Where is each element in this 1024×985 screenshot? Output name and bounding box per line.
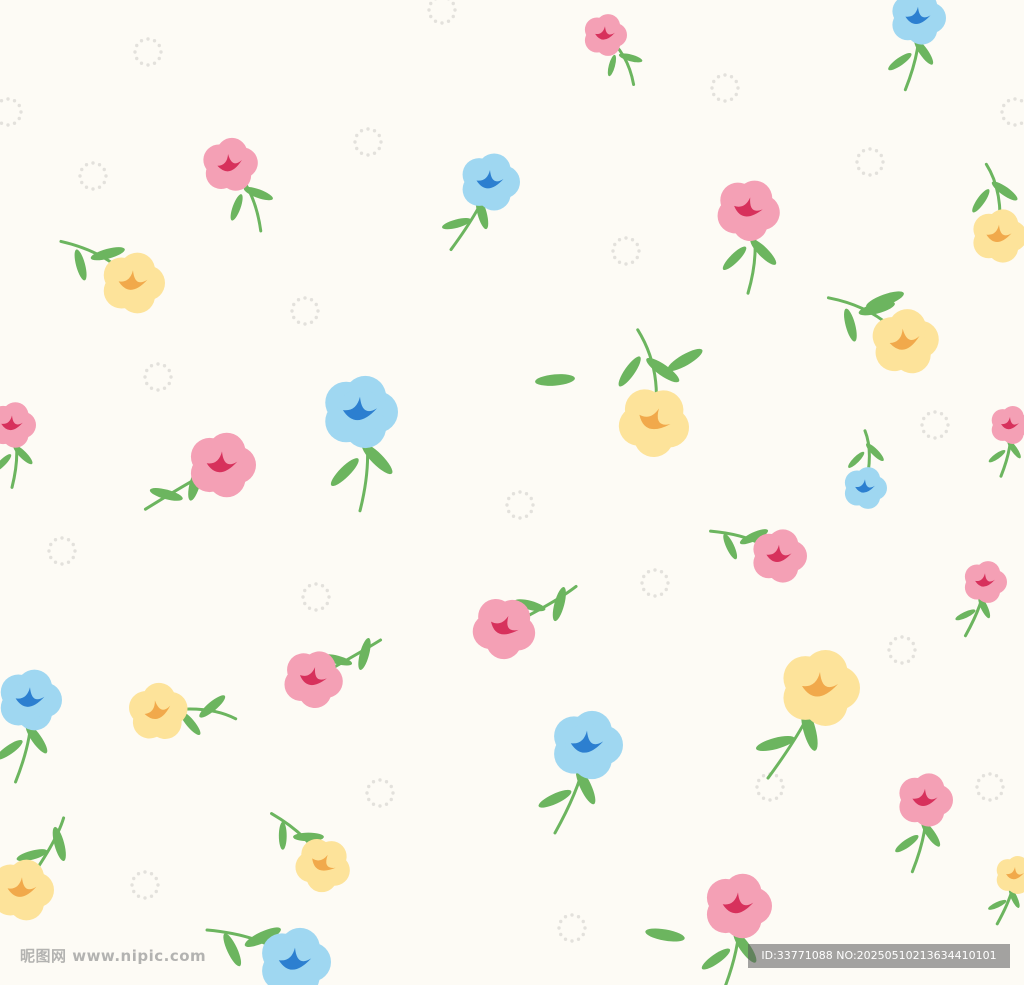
sparkle-dot [143,362,173,392]
sparkle-dot [855,147,885,177]
flower-blue-1 [442,153,520,252]
sparkle-dot [975,772,1005,802]
flower-yellow-6 [756,650,860,780]
sparkle-dot [47,536,77,566]
flower-pink-4 [143,432,256,511]
sparkle-dot [887,635,917,665]
flower-pink-10 [284,638,383,709]
sparkle-dot [133,37,163,67]
flower-blue-7 [205,927,332,985]
sparkle-dot [427,0,457,25]
leaf-sprig [667,348,703,372]
flower-yellow-2 [972,162,1024,263]
flower-blue-4 [844,429,888,509]
flower-yellow-9 [988,856,1024,926]
sparkle-dot [640,568,670,598]
floral-pattern [0,0,1024,985]
sparkle-dot [0,97,23,127]
flower-pink-3 [584,14,643,87]
sparkle-dot [353,127,383,157]
flower-blue-6 [538,710,623,835]
sparkle-dot [301,582,331,612]
sparkle-dot [920,410,950,440]
flower-yellow-7 [270,812,350,893]
watermark-site: 昵图网 www.nipic.com [20,947,207,965]
sparkle-dot [611,236,641,266]
sparkle-dot [1000,97,1024,127]
leaf-sprig [645,928,685,942]
flower-yellow-5 [129,682,238,739]
sparkle-dot [557,913,587,943]
sparkle-dot [290,296,320,326]
sparkle-dot [130,870,160,900]
sparkle-dot [505,490,535,520]
watermark-id: ID:33771088 NO:20250510213634410101 [748,944,1010,968]
flower-pink-12 [701,873,772,985]
flower-blue-3 [325,375,398,513]
sparkle-dot [365,778,395,808]
flower-pink-6 [988,406,1024,478]
flower-yellow-1 [59,239,165,314]
sparkle-dot [710,73,740,103]
sparkle-dot [78,161,108,191]
flower-pink-5 [0,402,37,489]
flower-pink-2 [717,180,780,295]
flower-yellow-8 [0,816,66,921]
flower-pink-7 [709,529,807,583]
leaf-sprig [535,374,575,386]
flower-pink-1 [203,137,273,233]
flower-blue-2 [888,0,946,92]
flower-blue-5 [0,669,62,784]
flower-pink-11 [895,773,953,874]
flower-pink-9 [472,584,578,660]
flower-pink-8 [955,561,1008,638]
